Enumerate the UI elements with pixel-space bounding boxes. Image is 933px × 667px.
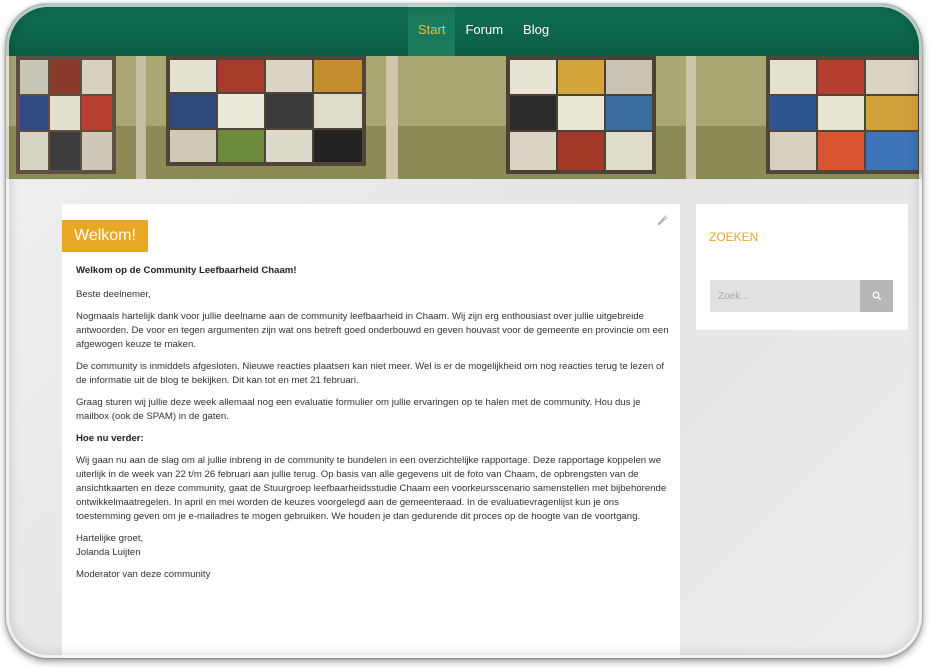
- article-paragraph: De community is inmiddels afgesloten. Ni…: [76, 361, 665, 386]
- search-icon: [872, 291, 881, 301]
- article-paragraph: Nogmaals hartelijk dank voor jullie deel…: [76, 311, 669, 350]
- article-subheading: Hoe nu verder:: [76, 433, 144, 444]
- nav-menu: Start Forum Blog: [408, 4, 559, 56]
- search-button[interactable]: [860, 280, 893, 312]
- search-widget: ZOEKEN: [696, 204, 908, 330]
- nav-item-start[interactable]: Start: [408, 4, 456, 56]
- article-paragraph: Beste deelnemer,: [76, 289, 151, 300]
- closing-signature: Jolanda Luijten: [76, 547, 141, 558]
- tile-panel-1: [16, 56, 116, 174]
- search-widget-title: ZOEKEN: [709, 230, 759, 244]
- article-body: Welkom op de Community Leefbaarheid Chaa…: [76, 264, 670, 590]
- welcome-tag: Welkom!: [62, 220, 148, 252]
- nav-item-blog[interactable]: Blog: [513, 4, 559, 56]
- welcome-article: Welkom! Welkom op de Community Leefbaarh…: [62, 204, 680, 658]
- top-navigation: Start Forum Blog: [6, 4, 922, 56]
- closing-role: Moderator van deze community: [76, 569, 211, 580]
- header-banner-image: [6, 56, 922, 179]
- nav-item-forum[interactable]: Forum: [455, 4, 513, 56]
- article-paragraph: Wij gaan nu aan de slag om al jullie inb…: [76, 455, 667, 522]
- tile-panel-3: [506, 56, 656, 174]
- tile-panel-2: [166, 56, 366, 166]
- article-paragraph: Graag sturen wij jullie deze week allema…: [76, 397, 641, 422]
- search-input[interactable]: [710, 280, 860, 312]
- article-heading: Welkom op de Community Leefbaarheid Chaa…: [76, 265, 297, 276]
- tile-panel-4: [766, 56, 922, 174]
- browser-frame: Start Forum Blog Welkom! Welkom op de Co…: [6, 4, 922, 658]
- banner-illustration: [6, 56, 922, 179]
- wrench-icon[interactable]: [656, 214, 668, 229]
- closing-greeting: Hartelijke groet,: [76, 533, 144, 544]
